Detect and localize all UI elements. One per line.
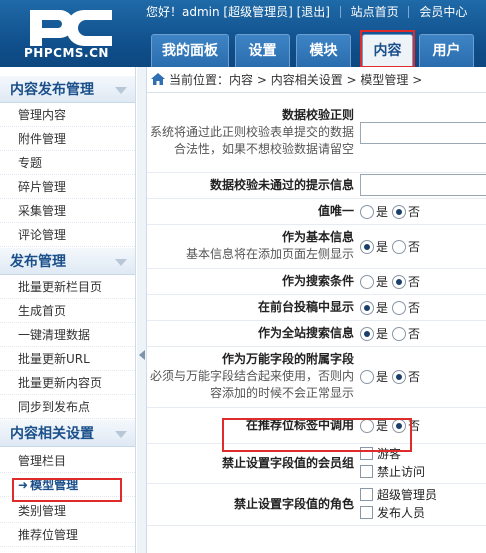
field-description: 基本信息将在添加页面左侧显示: [185, 247, 354, 261]
sidebar-item-batch-content[interactable]: 批量更新内容页: [0, 371, 135, 395]
checkbox[interactable]: [360, 465, 373, 478]
omni-no-radio[interactable]: [392, 370, 407, 384]
form-label: 数据校验未通过的提示信息: [147, 172, 358, 199]
collapse-arrow-icon[interactable]: [139, 350, 145, 360]
sidebar-item-types[interactable]: 类别管理: [0, 499, 135, 523]
sidebar-section-content-settings[interactable]: 内容相关设置: [0, 419, 135, 447]
sidebar-item-clean-data[interactable]: 一键清理数据: [0, 323, 135, 347]
section-title: 内容发布管理: [10, 82, 94, 98]
breadcrumb: 当前位置：内容 > 内容相关设置 > 模型管理 >: [147, 67, 486, 93]
form-label: 作为万能字段的附属字段 必须与万能字段结合起来使用，否则内容添加的时候不会正常显示: [147, 346, 358, 408]
logo: PHPCMS.CN: [0, 0, 146, 67]
divider: [339, 6, 341, 18]
form-table: 数据校验正则 系统将通过此正则校验表单提交的数据合法性，如果不想校验数据请留空 数…: [147, 94, 486, 526]
basic-no-radio[interactable]: [392, 239, 407, 254]
sidebar-item-fragments[interactable]: 碎片管理: [0, 175, 135, 199]
form-label: 在前台投稿中显示: [147, 294, 358, 321]
search-yes-radio[interactable]: [360, 274, 374, 289]
sidebar-item-manage-content[interactable]: 管理内容: [0, 103, 135, 127]
divider: [408, 6, 410, 18]
section-title: 内容相关设置: [10, 426, 94, 442]
show-yes-radio[interactable]: [360, 300, 374, 315]
field-description: 必须与万能字段结合起来使用，否则内容添加的时候不会正常显示: [149, 369, 354, 400]
chevron-down-icon: [115, 431, 127, 438]
checkbox-option[interactable]: 禁止访问: [360, 463, 425, 481]
logout-link[interactable]: [退出]: [297, 0, 330, 24]
sidebar-item-categories[interactable]: 管理栏目: [0, 449, 135, 473]
form-label: 作为基本信息 基本信息将在添加页面左侧显示: [147, 224, 358, 269]
error-message-input[interactable]: [360, 174, 486, 196]
chevron-down-icon: [115, 87, 127, 94]
breadcrumb-path: 内容 > 内容相关设置 > 模型管理 >: [229, 73, 423, 87]
form-label: 数据校验正则 系统将通过此正则校验表单提交的数据合法性，如果不想校验数据请留空: [147, 94, 358, 173]
site-home-link[interactable]: 站点首页: [351, 0, 399, 24]
sidebar-item-batch-url[interactable]: 批量更新URL: [0, 347, 135, 371]
sidebar-item-collect[interactable]: 采集管理: [0, 199, 135, 223]
model-field-form: 数据校验正则 系统将通过此正则校验表单提交的数据合法性，如果不想校验数据请留空 数…: [147, 94, 486, 553]
sidebar-item-gen-home[interactable]: 生成首页: [0, 299, 135, 323]
greeting-text: 您好！admin [超级管理员]: [146, 5, 293, 19]
unique-no-radio[interactable]: [392, 204, 407, 219]
sidebar-item-topics[interactable]: 专题: [0, 151, 135, 175]
form-label: 作为搜索条件: [147, 268, 358, 295]
checkbox-option[interactable]: 超级管理员: [360, 486, 437, 504]
field-description: 系统将通过此正则校验表单提交的数据合法性，如果不想校验数据请留空: [149, 125, 354, 157]
form-label: 值唯一: [147, 198, 358, 225]
unique-yes-radio[interactable]: [360, 204, 374, 219]
sidebar-section-publish[interactable]: 发布管理: [0, 247, 135, 275]
sidebar-item-batch-category[interactable]: 批量更新栏目页: [0, 275, 135, 299]
regex-input[interactable]: [360, 121, 486, 144]
highlight-box: [12, 478, 122, 502]
show-no-radio[interactable]: [392, 300, 407, 315]
checkbox[interactable]: [360, 506, 373, 519]
breadcrumb-label: 当前位置：: [169, 73, 230, 87]
form-label: 禁止设置字段值的角色: [147, 483, 358, 526]
sidebar-item-sync[interactable]: 同步到发布点: [0, 395, 135, 419]
site-search-no-radio[interactable]: [392, 326, 407, 341]
sidebar-splitter[interactable]: [137, 67, 147, 553]
tab-modules[interactable]: 模块: [296, 34, 351, 67]
omni-yes-radio[interactable]: [360, 370, 374, 384]
site-search-yes-radio[interactable]: [360, 326, 374, 341]
main-tabs: 我的面板 设置 模块 内容 用户: [146, 34, 486, 67]
highlight-box: [222, 418, 412, 452]
sidebar-item-comments[interactable]: 评论管理: [0, 223, 135, 247]
checkbox[interactable]: [360, 488, 373, 501]
member-center-link[interactable]: 会员中心: [419, 0, 467, 24]
form-label: 作为全站搜索信息: [147, 320, 358, 347]
checkbox-option[interactable]: 发布人员: [360, 504, 425, 522]
basic-yes-radio[interactable]: [360, 239, 374, 254]
chevron-down-icon: [115, 259, 127, 266]
top-links: 您好！admin [超级管理员] [退出] 站点首页 会员中心: [146, 0, 486, 24]
tab-users[interactable]: 用户: [419, 34, 474, 67]
logo-text: PHPCMS.CN: [24, 46, 109, 60]
phpcms-logo-icon: [30, 10, 112, 46]
home-icon: [151, 73, 165, 85]
search-no-radio[interactable]: [392, 274, 407, 289]
tab-settings[interactable]: 设置: [235, 34, 290, 67]
sidebar-item-positions[interactable]: 推荐位管理: [0, 523, 135, 547]
highlight-box: [360, 30, 415, 68]
sidebar-item-attachments[interactable]: 附件管理: [0, 127, 135, 151]
section-title: 发布管理: [10, 254, 66, 270]
tab-panel[interactable]: 我的面板: [151, 34, 229, 67]
sidebar-section-content-publish[interactable]: 内容发布管理: [0, 75, 135, 103]
